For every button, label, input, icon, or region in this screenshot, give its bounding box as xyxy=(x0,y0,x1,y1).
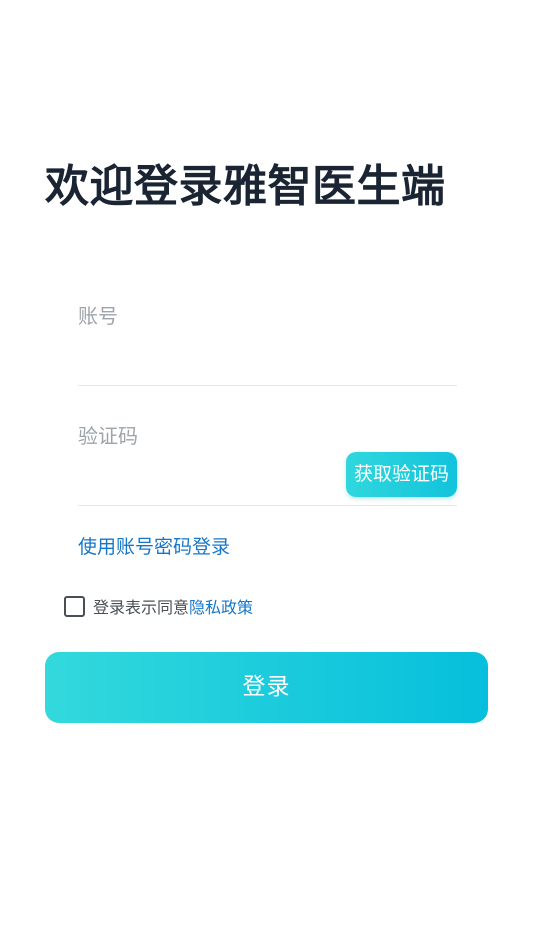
agreement-checkbox[interactable] xyxy=(64,595,85,617)
page-title: 欢迎登录雅智医生端 xyxy=(45,161,446,212)
account-input[interactable] xyxy=(78,342,342,380)
agreement-text: 登录表示同意 xyxy=(93,598,190,617)
privacy-policy-link[interactable]: 隐私政策 xyxy=(189,594,253,618)
code-field[interactable]: 验证码 获取验证码 xyxy=(78,418,457,506)
code-label: 验证码 xyxy=(78,424,138,448)
account-field[interactable]: 账号 xyxy=(78,298,457,386)
get-code-button[interactable]: 获取验证码 xyxy=(346,452,457,497)
code-input[interactable] xyxy=(78,462,342,500)
account-label: 账号 xyxy=(78,304,118,328)
login-screen: 欢迎登录雅智医生端 账号 验证码 获取验证码 使用账号密码登录 登录表示同意 隐… xyxy=(0,0,534,950)
login-button[interactable]: 登录 xyxy=(45,652,488,723)
password-login-link[interactable]: 使用账号密码登录 xyxy=(78,533,230,561)
agreement-row: 登录表示同意 隐私政策 xyxy=(64,595,253,617)
